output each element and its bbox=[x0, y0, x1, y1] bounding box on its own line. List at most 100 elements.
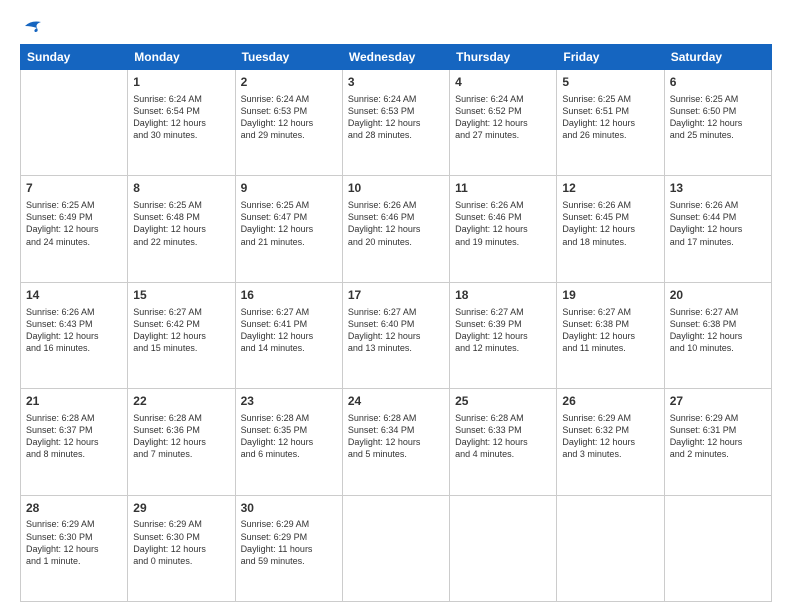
day-number: 27 bbox=[670, 393, 766, 410]
calendar-cell: 9Sunrise: 6:25 AM Sunset: 6:47 PM Daylig… bbox=[235, 176, 342, 282]
day-number: 23 bbox=[241, 393, 337, 410]
calendar-cell: 16 Sunrise: 6:27 AM Sunset: 6:41 PM Dayli… bbox=[235, 282, 342, 388]
calendar-cell bbox=[450, 495, 557, 601]
day-number: 25 bbox=[455, 393, 551, 410]
cell-content: Sunrise: 6:27 AM Sunset: 6:42 PM Dayligh… bbox=[133, 306, 229, 355]
calendar-cell: 7Sunrise: 6:25 AM Sunset: 6:49 PM Daylig… bbox=[21, 176, 128, 282]
calendar-cell: 25 Sunrise: 6:28 AM Sunset: 6:33 PM Dayli… bbox=[450, 389, 557, 495]
day-number: 29 bbox=[133, 500, 229, 517]
day-number: 13 bbox=[670, 180, 766, 197]
calendar-week-row: 7Sunrise: 6:25 AM Sunset: 6:49 PM Daylig… bbox=[21, 176, 772, 282]
day-number: 11 bbox=[455, 180, 551, 197]
cell-content: Sunrise: 6:29 AM Sunset: 6:29 PM Dayligh… bbox=[241, 518, 337, 567]
header bbox=[20, 18, 772, 34]
day-number: 24 bbox=[348, 393, 444, 410]
calendar-cell: 13Sunrise: 6:26 AM Sunset: 6:44 PM Dayli… bbox=[664, 176, 771, 282]
day-number: 19 bbox=[562, 287, 658, 304]
calendar-cell: 8 Sunrise: 6:25 AM Sunset: 6:48 PM Daylig… bbox=[128, 176, 235, 282]
calendar-table: SundayMondayTuesdayWednesdayThursdayFrid… bbox=[20, 44, 772, 602]
cell-content: Sunrise: 6:27 AM Sunset: 6:38 PM Dayligh… bbox=[670, 306, 766, 355]
calendar-cell: 24 Sunrise: 6:28 AM Sunset: 6:34 PM Dayli… bbox=[342, 389, 449, 495]
cell-content: Sunrise: 6:26 AM Sunset: 6:45 PM Dayligh… bbox=[562, 199, 658, 248]
cell-content: Sunrise: 6:27 AM Sunset: 6:38 PM Dayligh… bbox=[562, 306, 658, 355]
day-number: 1 bbox=[133, 74, 229, 91]
calendar-week-row: 21 Sunrise: 6:28 AM Sunset: 6:37 PM Dayli… bbox=[21, 389, 772, 495]
day-number: 6 bbox=[670, 74, 766, 91]
logo-bird-icon bbox=[23, 18, 43, 34]
calendar-cell: 29Sunrise: 6:29 AM Sunset: 6:30 PM Dayli… bbox=[128, 495, 235, 601]
calendar-cell: 5 Sunrise: 6:25 AM Sunset: 6:51 PM Daylig… bbox=[557, 70, 664, 176]
calendar-cell: 18Sunrise: 6:27 AM Sunset: 6:39 PM Dayli… bbox=[450, 282, 557, 388]
calendar-cell: 27 Sunrise: 6:29 AM Sunset: 6:31 PM Dayli… bbox=[664, 389, 771, 495]
calendar-cell: 26 Sunrise: 6:29 AM Sunset: 6:32 PM Dayli… bbox=[557, 389, 664, 495]
day-number: 10 bbox=[348, 180, 444, 197]
cell-content: Sunrise: 6:28 AM Sunset: 6:33 PM Dayligh… bbox=[455, 412, 551, 461]
day-number: 17 bbox=[348, 287, 444, 304]
cell-content: Sunrise: 6:25 AM Sunset: 6:51 PM Dayligh… bbox=[562, 93, 658, 142]
calendar-cell: 28Sunrise: 6:29 AM Sunset: 6:30 PM Dayli… bbox=[21, 495, 128, 601]
calendar-cell: 30Sunrise: 6:29 AM Sunset: 6:29 PM Dayli… bbox=[235, 495, 342, 601]
cell-content: Sunrise: 6:28 AM Sunset: 6:36 PM Dayligh… bbox=[133, 412, 229, 461]
cell-content: Sunrise: 6:25 AM Sunset: 6:48 PM Dayligh… bbox=[133, 199, 229, 248]
day-number: 30 bbox=[241, 500, 337, 517]
cell-content: Sunrise: 6:25 AM Sunset: 6:50 PM Dayligh… bbox=[670, 93, 766, 142]
calendar-cell bbox=[342, 495, 449, 601]
calendar-cell bbox=[21, 70, 128, 176]
calendar-cell: 19 Sunrise: 6:27 AM Sunset: 6:38 PM Dayli… bbox=[557, 282, 664, 388]
cell-content: Sunrise: 6:29 AM Sunset: 6:32 PM Dayligh… bbox=[562, 412, 658, 461]
calendar-header-row: SundayMondayTuesdayWednesdayThursdayFrid… bbox=[21, 45, 772, 70]
cell-content: Sunrise: 6:27 AM Sunset: 6:40 PM Dayligh… bbox=[348, 306, 444, 355]
calendar-cell: 14 Sunrise: 6:26 AM Sunset: 6:43 PM Dayli… bbox=[21, 282, 128, 388]
calendar-cell: 22 Sunrise: 6:28 AM Sunset: 6:36 PM Dayli… bbox=[128, 389, 235, 495]
calendar-cell: 17 Sunrise: 6:27 AM Sunset: 6:40 PM Dayli… bbox=[342, 282, 449, 388]
day-number: 9 bbox=[241, 180, 337, 197]
day-number: 3 bbox=[348, 74, 444, 91]
calendar-cell: 3 Sunrise: 6:24 AM Sunset: 6:53 PM Daylig… bbox=[342, 70, 449, 176]
day-number: 7 bbox=[26, 180, 122, 197]
calendar-week-row: 1Sunrise: 6:24 AM Sunset: 6:54 PM Daylig… bbox=[21, 70, 772, 176]
cell-content: Sunrise: 6:29 AM Sunset: 6:30 PM Dayligh… bbox=[26, 518, 122, 567]
calendar-cell: 10 Sunrise: 6:26 AM Sunset: 6:46 PM Dayli… bbox=[342, 176, 449, 282]
calendar-week-row: 14 Sunrise: 6:26 AM Sunset: 6:43 PM Dayli… bbox=[21, 282, 772, 388]
calendar-cell: 2Sunrise: 6:24 AM Sunset: 6:53 PM Daylig… bbox=[235, 70, 342, 176]
day-number: 22 bbox=[133, 393, 229, 410]
cell-content: Sunrise: 6:28 AM Sunset: 6:37 PM Dayligh… bbox=[26, 412, 122, 461]
day-number: 21 bbox=[26, 393, 122, 410]
calendar-cell: 20 Sunrise: 6:27 AM Sunset: 6:38 PM Dayli… bbox=[664, 282, 771, 388]
calendar-day-header: Tuesday bbox=[235, 45, 342, 70]
calendar-cell: 21 Sunrise: 6:28 AM Sunset: 6:37 PM Dayli… bbox=[21, 389, 128, 495]
cell-content: Sunrise: 6:29 AM Sunset: 6:31 PM Dayligh… bbox=[670, 412, 766, 461]
calendar-day-header: Sunday bbox=[21, 45, 128, 70]
cell-content: Sunrise: 6:26 AM Sunset: 6:46 PM Dayligh… bbox=[348, 199, 444, 248]
calendar-cell: 15 Sunrise: 6:27 AM Sunset: 6:42 PM Dayli… bbox=[128, 282, 235, 388]
calendar-cell: 6 Sunrise: 6:25 AM Sunset: 6:50 PM Daylig… bbox=[664, 70, 771, 176]
calendar-cell: 4Sunrise: 6:24 AM Sunset: 6:52 PM Daylig… bbox=[450, 70, 557, 176]
page: SundayMondayTuesdayWednesdayThursdayFrid… bbox=[0, 0, 792, 612]
cell-content: Sunrise: 6:24 AM Sunset: 6:53 PM Dayligh… bbox=[348, 93, 444, 142]
calendar-cell: 1Sunrise: 6:24 AM Sunset: 6:54 PM Daylig… bbox=[128, 70, 235, 176]
day-number: 12 bbox=[562, 180, 658, 197]
cell-content: Sunrise: 6:27 AM Sunset: 6:41 PM Dayligh… bbox=[241, 306, 337, 355]
cell-content: Sunrise: 6:26 AM Sunset: 6:43 PM Dayligh… bbox=[26, 306, 122, 355]
cell-content: Sunrise: 6:28 AM Sunset: 6:34 PM Dayligh… bbox=[348, 412, 444, 461]
day-number: 4 bbox=[455, 74, 551, 91]
day-number: 5 bbox=[562, 74, 658, 91]
calendar-week-row: 28Sunrise: 6:29 AM Sunset: 6:30 PM Dayli… bbox=[21, 495, 772, 601]
day-number: 26 bbox=[562, 393, 658, 410]
day-number: 2 bbox=[241, 74, 337, 91]
logo bbox=[20, 18, 43, 34]
cell-content: Sunrise: 6:27 AM Sunset: 6:39 PM Dayligh… bbox=[455, 306, 551, 355]
day-number: 16 bbox=[241, 287, 337, 304]
calendar-cell: 12 Sunrise: 6:26 AM Sunset: 6:45 PM Dayli… bbox=[557, 176, 664, 282]
calendar-day-header: Friday bbox=[557, 45, 664, 70]
day-number: 15 bbox=[133, 287, 229, 304]
cell-content: Sunrise: 6:28 AM Sunset: 6:35 PM Dayligh… bbox=[241, 412, 337, 461]
calendar-day-header: Monday bbox=[128, 45, 235, 70]
day-number: 20 bbox=[670, 287, 766, 304]
day-number: 8 bbox=[133, 180, 229, 197]
calendar-cell bbox=[664, 495, 771, 601]
day-number: 14 bbox=[26, 287, 122, 304]
calendar-day-header: Wednesday bbox=[342, 45, 449, 70]
calendar-cell: 11Sunrise: 6:26 AM Sunset: 6:46 PM Dayli… bbox=[450, 176, 557, 282]
day-number: 28 bbox=[26, 500, 122, 517]
